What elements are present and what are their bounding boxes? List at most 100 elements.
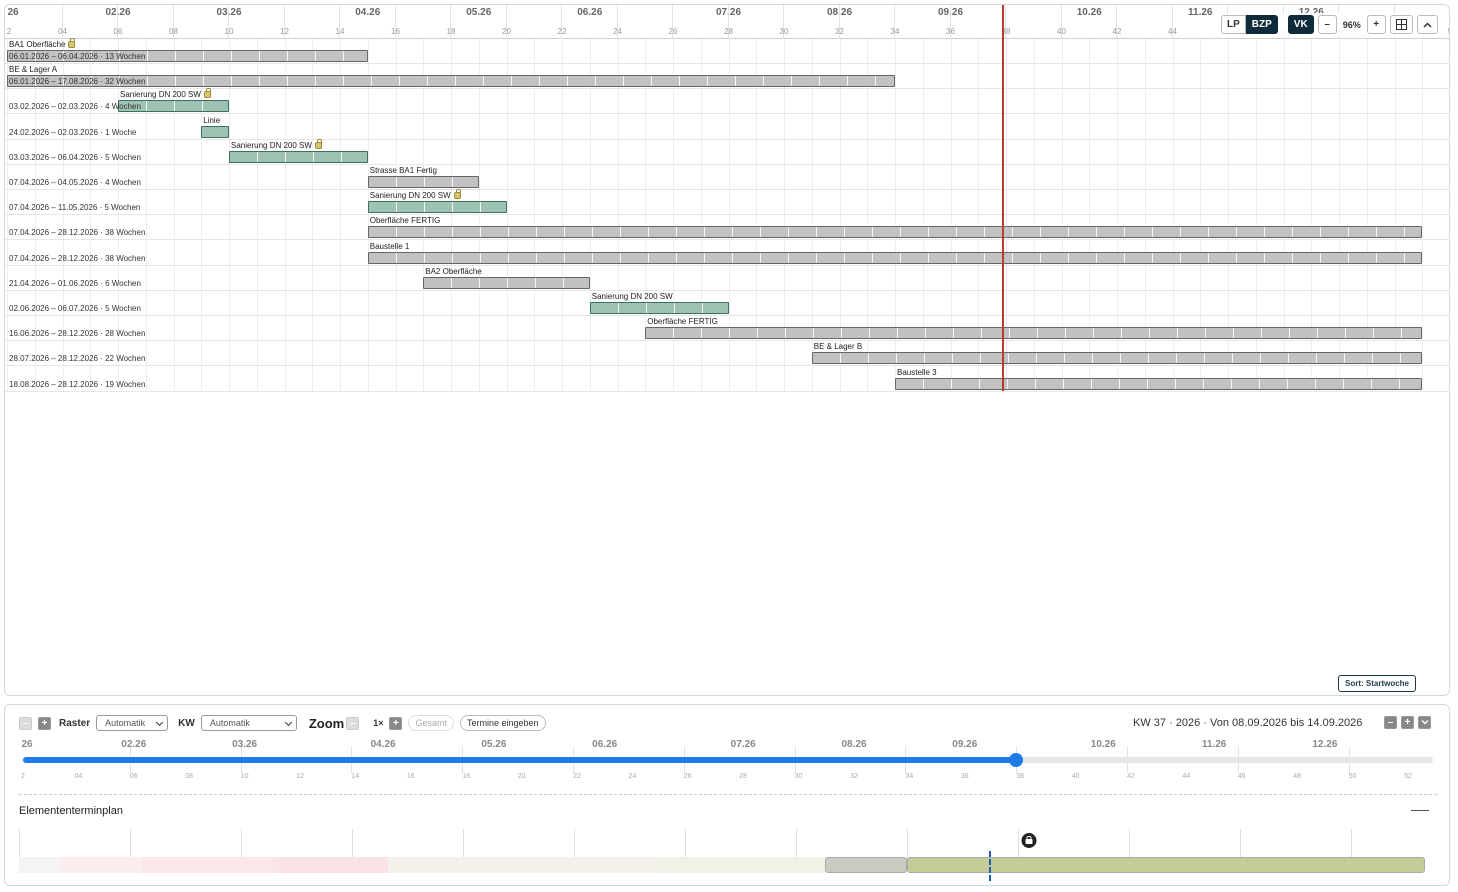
- chevron-up-icon: [1423, 21, 1432, 28]
- navigator-week-label: 24: [628, 773, 637, 780]
- plan-tick: [19, 829, 20, 859]
- plan-segment[interactable]: [142, 857, 279, 873]
- task-bar[interactable]: [367, 201, 507, 214]
- plan-segment[interactable]: [60, 857, 143, 873]
- lp-button[interactable]: LP: [1221, 15, 1246, 34]
- plan-tick: [130, 829, 131, 859]
- navigator-week-label: 08: [185, 773, 194, 780]
- task-bar[interactable]: [367, 176, 479, 188]
- plan-tick: [1129, 829, 1130, 859]
- plan-segment[interactable]: [660, 857, 825, 873]
- slider-handle[interactable]: [1009, 753, 1024, 767]
- element-plan-strip: [19, 825, 1437, 881]
- plan-segment[interactable]: [387, 857, 661, 873]
- navigator-week-label: 2: [21, 773, 25, 780]
- plan-segment[interactable]: [19, 857, 61, 873]
- bzp-button[interactable]: BZP: [1245, 15, 1278, 34]
- lock-icon[interactable]: [1021, 833, 1037, 848]
- task-label-text: BA2 Oberfläche: [425, 266, 482, 276]
- task-label: Sanierung DN 200 SW: [120, 88, 211, 99]
- task-label: Baustelle 1: [370, 242, 410, 251]
- task-bar[interactable]: [367, 251, 1423, 264]
- ruler-week-label: 34: [890, 27, 900, 36]
- ruler-tick: [1449, 5, 1450, 39]
- navigator-week-label: 06: [129, 773, 138, 780]
- plan-tick: [574, 829, 575, 859]
- zoom-out-button[interactable]: –: [1317, 15, 1337, 34]
- kw-expand-button[interactable]: [1418, 716, 1431, 729]
- gantt-row: 07.04.2026 – 28.12.2026 · 38 Wochen Baust…: [5, 241, 1449, 266]
- grid-toggle-button[interactable]: [1389, 15, 1413, 34]
- task-label: Sanierung DN 200 SW: [369, 189, 461, 201]
- navigator-week-label: 30: [794, 773, 803, 780]
- gantt-row: 18.08.2026 – 28.12.2026 · 19 Wochen Baust…: [5, 367, 1449, 392]
- raster-plus-button[interactable]: +: [38, 716, 51, 730]
- kw-next-button[interactable]: +: [1401, 716, 1414, 729]
- zoom-minus-button[interactable]: –: [346, 716, 360, 730]
- section-divider: [19, 794, 1437, 795]
- task-bar[interactable]: [201, 125, 229, 138]
- navigator-week-label: 40: [1071, 773, 1080, 780]
- zoom-in-button[interactable]: +: [1366, 15, 1386, 34]
- vk-button[interactable]: VK: [1287, 15, 1314, 34]
- task-date-range: 07.04.2026 – 04.05.2026 · 4 Wochen: [9, 178, 141, 187]
- ruler-week-label: 12: [280, 27, 289, 36]
- plan-tick: [241, 829, 242, 859]
- task-label-text: Sanierung DN 200 SW: [369, 191, 451, 201]
- lock-icon: [314, 138, 322, 149]
- task-label-text: Baustelle 3: [897, 367, 937, 377]
- kw-select[interactable]: Automatik: [200, 715, 297, 731]
- navigator-month-label: 11.26: [1201, 739, 1227, 750]
- slider-fill: [23, 757, 1017, 763]
- task-date-range: 24.02.2026 – 02.03.2026 · 1 Woche: [9, 127, 137, 137]
- ruler-week-label: 14: [335, 27, 345, 36]
- sort-button[interactable]: Sort: Startwoche: [1338, 675, 1417, 692]
- raster-minus-button[interactable]: –: [19, 716, 32, 730]
- ruler-month-label: 09.26: [937, 7, 964, 18]
- task-bar[interactable]: [645, 327, 1423, 340]
- navigator-month-label: 06.26: [592, 739, 618, 750]
- gantt-row: 03.02.2026 – 02.03.2026 · 4 Wochen Sanier…: [5, 88, 1449, 115]
- task-bar[interactable]: [589, 302, 729, 314]
- navigator-month-label: 05.26: [481, 739, 507, 750]
- task-date-range: 28.07.2026 – 28.12.2026 · 22 Wochen: [9, 354, 146, 364]
- week-slider[interactable]: [23, 753, 1433, 767]
- task-label-text: Baustelle 1: [369, 241, 410, 251]
- kw-label: KW: [178, 717, 195, 729]
- plan-segment[interactable]: [824, 857, 907, 873]
- gantt-row: 06.01.2026 – 17.08.2026 · 32 Wochen BE & …: [5, 64, 1449, 90]
- navigator-panel: – + Raster Automatik KW Automatik Zoom –…: [4, 704, 1450, 886]
- navigator-month-label: 08.26: [841, 739, 867, 750]
- task-date-range: 07.04.2026 – 28.12.2026 · 38 Wochen: [9, 253, 146, 263]
- kw-buttons: – +: [1384, 716, 1431, 729]
- task-label: Oberfläche FERTIG: [647, 317, 718, 326]
- task-bar[interactable]: [229, 150, 368, 163]
- section-collapse-icon[interactable]: [1411, 810, 1429, 811]
- task-bar[interactable]: [811, 352, 1423, 365]
- gesamt-button[interactable]: Gesamt: [408, 715, 454, 731]
- task-bar[interactable]: [423, 276, 590, 289]
- navigator-week-label: 48: [1293, 773, 1302, 780]
- navigator-week-label: 26: [683, 773, 692, 780]
- plan-tick: [463, 829, 464, 859]
- ruler-week-label: 44: [1168, 27, 1177, 36]
- ruler-week-label: 20: [502, 27, 511, 36]
- task-bar[interactable]: [895, 377, 1423, 390]
- ruler-week-label: 08: [169, 27, 178, 36]
- zoom-plus-button[interactable]: +: [389, 716, 403, 730]
- task-label: Sanierung DN 200 SW: [592, 292, 673, 301]
- task-date-range: 06.01.2026 – 17.08.2026 · 32 Wochen: [9, 77, 146, 87]
- kw-prev-button[interactable]: –: [1384, 716, 1397, 729]
- navigator-week-label: 38: [1016, 773, 1025, 780]
- plan-segment[interactable]: [906, 857, 1426, 873]
- ruler-month-label: 26: [7, 7, 19, 18]
- ruler-week-label: 36: [946, 27, 955, 36]
- task-label: BE & Lager A: [9, 65, 57, 74]
- task-date-range: 03.03.2026 – 06.04.2026 · 5 Wochen: [9, 152, 141, 162]
- task-bar[interactable]: [367, 226, 1423, 239]
- collapse-button[interactable]: [1416, 15, 1438, 34]
- ruler-week-label: 2: [6, 27, 12, 36]
- termine-eingeben-button[interactable]: Termine eingeben: [459, 715, 546, 731]
- raster-select[interactable]: Automatik: [96, 715, 169, 731]
- plan-segment[interactable]: [278, 857, 388, 873]
